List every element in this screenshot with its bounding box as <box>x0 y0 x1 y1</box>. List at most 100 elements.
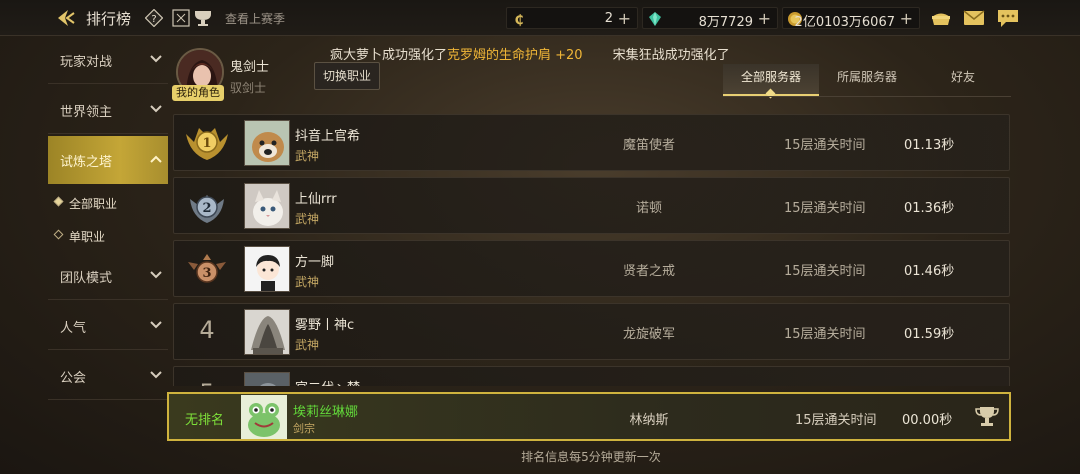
chat-icon[interactable] <box>997 8 1019 28</box>
announcement-marquee: 疯大萝卜成功强化了克罗姆的生命护肩 +20 宋集狂战成功强化了 <box>330 44 750 64</box>
selected-diamond-icon <box>53 196 64 207</box>
chevron-down-icon <box>150 371 162 379</box>
tab-label: 好友 <box>950 70 975 84</box>
player-job: 武神 <box>295 149 320 163</box>
switch-class-button[interactable]: 切换职业 <box>314 62 380 90</box>
rank-number: 2 <box>202 201 211 216</box>
chevron-down-icon <box>150 271 162 279</box>
player-avatar <box>244 120 290 166</box>
tab-all-servers[interactable]: 全部服务器 <box>723 64 819 99</box>
my-rank-label: 无排名 <box>185 413 225 428</box>
player-name: 雾野丨神c <box>295 318 355 333</box>
tab-friends[interactable]: 好友 <box>915 64 1011 96</box>
sidebar-item-world-boss[interactable]: 世界领主 <box>48 86 168 134</box>
ranking-row[interactable]: 3 方一脚 武神 贤者之戒 15层通关时间 01.46秒 <box>173 240 1010 297</box>
server-name: 龙旋破军 <box>622 327 675 342</box>
ranking-row[interactable]: 2 上仙rrr 武神 诺顿 15层通关时间 01.36秒 <box>173 177 1010 234</box>
tab-divider <box>723 96 1011 97</box>
marquee-text: 宋集狂战成功强化了 <box>612 48 730 63</box>
player-class: 驭剑士 <box>230 81 267 95</box>
player-name: 鬼剑士 <box>230 60 270 75</box>
sidebar-item-team-mode[interactable]: 团队模式 <box>48 252 168 300</box>
silver-medal-icon: 2 <box>190 195 224 223</box>
mail-icon[interactable] <box>963 8 985 28</box>
svg-text:?: ? <box>151 14 156 25</box>
player-avatar <box>244 372 290 386</box>
player-avatar <box>244 183 290 229</box>
crystal-value: 8万7729 <box>698 15 753 30</box>
rank-number: 1 <box>202 136 211 151</box>
my-record-category: 15层通关时间 <box>795 413 877 428</box>
trophy-icon[interactable] <box>975 405 999 429</box>
my-rank-row[interactable]: 无排名 埃莉丝琳娜 剑宗 林纳斯 15层通关时间 00.00秒 <box>167 392 1011 441</box>
player-name: 官二代丶梦 <box>295 377 360 386</box>
page-title: 排行榜 <box>86 10 132 28</box>
sub-item-label: 单职业 <box>69 230 106 244</box>
chevron-up-icon <box>150 155 162 163</box>
player-name: 上仙rrr <box>295 192 337 207</box>
my-clear-time: 00.00秒 <box>902 413 953 428</box>
sidebar-item-label: 世界领主 <box>60 105 113 120</box>
marquee-highlight: 克罗姆的生命护肩 +20 <box>447 48 583 63</box>
chevron-down-icon <box>150 105 162 113</box>
cart-icon[interactable] <box>930 8 952 28</box>
rank-number: 3 <box>202 266 211 281</box>
sidebar-item-trial-tower[interactable]: 试炼之塔 <box>48 136 168 184</box>
bronze-medal-icon: 3 <box>188 254 226 283</box>
player-name: 抖音上官希 <box>295 129 361 144</box>
sub-item-label: 全部职业 <box>69 197 118 211</box>
coin-resource: ₵ 2 + <box>506 7 638 29</box>
record-category: 15层通关时间 <box>784 264 866 279</box>
player-job: 武神 <box>295 212 320 226</box>
season-trophy-icon[interactable] <box>172 8 216 28</box>
my-job: 剑宗 <box>293 422 315 435</box>
ranking-row[interactable]: 1 抖音上官希 武神 魔笛使者 15层通关时间 01.13秒 <box>173 114 1010 171</box>
rank-number: 4 <box>199 316 215 344</box>
clear-time: 01.36秒 <box>904 201 955 216</box>
coin-c-icon: ₵ <box>514 13 523 27</box>
clear-time: 01.46秒 <box>904 264 955 279</box>
ranking-list[interactable]: 1 抖音上官希 武神 魔笛使者 15层通关时间 01.13秒 2 上仙rrr 武… <box>173 114 1010 386</box>
crystal-icon <box>649 12 661 26</box>
marquee-text: 疯大萝卜成功强化了 <box>330 48 448 63</box>
player-job: 武神 <box>295 275 320 289</box>
sub-item-all-classes[interactable]: 全部职业 <box>48 186 168 218</box>
coin-value: 2 <box>604 11 613 26</box>
add-coin-button[interactable]: + <box>618 9 631 28</box>
my-avatar-thumb <box>241 395 287 439</box>
chevron-down-icon <box>150 55 162 63</box>
server-name: 诺顿 <box>635 201 662 216</box>
gold-value: 2亿0103万6067 <box>794 15 895 30</box>
sub-item-single-class[interactable]: 单职业 <box>48 219 168 251</box>
svg-text:₵: ₵ <box>514 13 523 27</box>
ranking-row[interactable]: 4 雾野丨神c 武神 龙旋破军 15层通关时间 01.59秒 <box>173 303 1010 360</box>
rank-number: 5 <box>194 379 220 386</box>
sidebar-item-popularity[interactable]: 人气 <box>48 302 168 350</box>
my-name: 埃莉丝琳娜 <box>293 405 359 420</box>
add-crystal-button[interactable]: + <box>758 9 771 28</box>
gold-resource: 2亿0103万6067 + <box>782 7 920 30</box>
crystal-resource: 8万7729 + <box>642 7 778 30</box>
server-tabs: 全部服务器 所属服务器 好友 <box>723 64 1011 99</box>
diamond-icon <box>53 229 64 240</box>
player-name: 方一脚 <box>295 255 335 270</box>
view-last-season-link[interactable]: 查看上赛季 <box>225 10 285 27</box>
ranking-row[interactable]: 5 官二代丶梦 <box>173 366 1010 386</box>
tab-label: 全部服务器 <box>740 70 801 84</box>
help-icon[interactable]: ? <box>145 9 163 27</box>
sidebar-item-label: 玩家对战 <box>60 55 113 70</box>
sidebar-item-label: 试炼之塔 <box>60 155 113 170</box>
add-gold-button[interactable]: + <box>900 9 913 28</box>
tab-own-server[interactable]: 所属服务器 <box>819 64 915 96</box>
sidebar-item-label: 公会 <box>60 371 87 386</box>
server-name: 魔笛使者 <box>622 138 675 153</box>
top-bar: 排行榜 ? 查看上赛季 ₵ 2 + 8万7729 + 2亿0103万6067 + <box>0 0 1080 36</box>
record-category: 15层通关时间 <box>784 201 866 216</box>
sidebar-item-pvp[interactable]: 玩家对战 <box>48 36 168 84</box>
record-category: 15层通关时间 <box>784 138 866 153</box>
sidebar-item-guild[interactable]: 公会 <box>48 352 168 400</box>
player-job: 武神 <box>295 338 320 352</box>
chevron-down-icon <box>150 321 162 329</box>
player-avatar <box>244 246 290 292</box>
back-arrow-icon[interactable] <box>54 8 76 28</box>
